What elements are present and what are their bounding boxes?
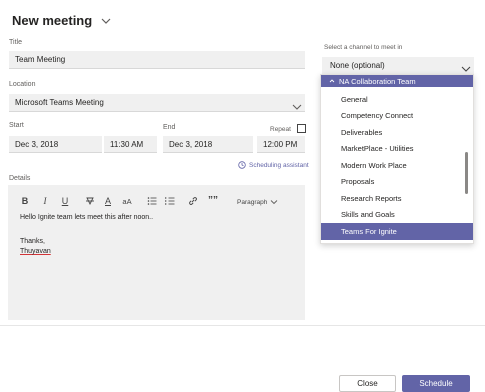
repeat-label: Repeat — [270, 126, 291, 133]
end-date-value: Dec 3, 2018 — [169, 139, 213, 149]
channel-item-modern-work-place[interactable]: Modern Work Place — [321, 157, 473, 174]
title-value: Team Meeting — [15, 55, 66, 64]
bold-button[interactable]: B — [19, 194, 31, 208]
dialog-title: New meeting — [12, 12, 93, 28]
bullet-list-button[interactable] — [146, 194, 158, 208]
repeat-checkbox[interactable] — [297, 124, 306, 133]
quote-button[interactable]: ”” — [206, 193, 220, 207]
paragraph-dropdown[interactable]: Paragraph — [237, 195, 278, 209]
editor-line-signature: Thuyavan — [20, 248, 51, 255]
channel-select-value: None (optional) — [330, 61, 385, 70]
channel-item-teams-for-ignite[interactable]: Teams For Ignite — [321, 223, 473, 240]
details-label: Details — [9, 175, 31, 182]
clock-icon — [238, 161, 246, 169]
channel-item-marketplace-utilities[interactable]: MarketPlace - Utilities — [321, 141, 473, 158]
link-button[interactable] — [187, 194, 199, 208]
scheduling-assistant-label: Scheduling assistant — [249, 161, 309, 169]
paragraph-label: Paragraph — [237, 198, 268, 206]
start-time-value: 11:30 AM — [110, 139, 144, 149]
link-icon — [189, 197, 197, 205]
editor-line-thanks: Thanks, — [20, 238, 45, 245]
strikethrough-button[interactable] — [84, 194, 96, 208]
scheduling-assistant-link[interactable]: Scheduling assistant — [238, 161, 309, 169]
end-time-value: 12:00 PM — [263, 139, 298, 149]
channel-item-general[interactable]: General — [321, 91, 473, 108]
end-time-input[interactable]: 12:00 PM — [257, 136, 305, 153]
close-button[interactable]: Close — [339, 375, 396, 392]
channel-item-skills-and-goals[interactable]: Skills and Goals — [321, 207, 473, 224]
font-size-button[interactable]: aA — [120, 194, 134, 208]
start-time-input[interactable]: 11:30 AM — [104, 136, 157, 153]
schedule-button[interactable]: Schedule — [402, 375, 470, 392]
channel-label: Select a channel to meet in — [324, 44, 403, 51]
underline-button[interactable]: U — [59, 194, 71, 208]
editor-line-message: Hello Ignite team lets meet this after n… — [20, 214, 154, 221]
location-input[interactable]: Microsoft Teams Meeting — [9, 94, 305, 112]
channel-select[interactable]: None (optional) — [322, 57, 474, 75]
start-label: Start — [9, 122, 24, 129]
highlight-icon — [86, 197, 94, 206]
title-input[interactable]: Team Meeting — [9, 51, 305, 69]
channel-group-header[interactable]: NA Collaboration Team — [321, 75, 473, 87]
channel-item-competency-connect[interactable]: Competency Connect — [321, 108, 473, 125]
channel-item-research-reports[interactable]: Research Reports — [321, 190, 473, 207]
dropdown-scrollbar[interactable] — [465, 152, 468, 194]
channel-chevron-down-icon[interactable] — [461, 61, 471, 72]
channel-group-label: NA Collaboration Team — [339, 76, 416, 86]
collapse-icon — [329, 77, 335, 86]
font-color-button[interactable]: A — [102, 194, 114, 208]
title-label: Title — [9, 39, 22, 46]
start-date-input[interactable]: Dec 3, 2018 — [9, 136, 102, 153]
chevron-down-icon[interactable] — [100, 14, 112, 26]
footer-divider — [0, 325, 485, 326]
paragraph-chevron-down-icon — [271, 200, 278, 205]
numbered-list-button[interactable] — [164, 194, 176, 208]
bullet-list-icon — [147, 197, 157, 205]
end-label: End — [163, 124, 176, 131]
channel-item-deliverables[interactable]: Deliverables — [321, 124, 473, 141]
location-value: Microsoft Teams Meeting — [15, 98, 104, 107]
location-label: Location — [9, 81, 36, 88]
channel-dropdown: NA Collaboration Team General Competency… — [320, 74, 474, 244]
channel-item-proposals[interactable]: Proposals — [321, 174, 473, 191]
italic-button[interactable]: I — [40, 194, 50, 208]
dialog-header: New meeting — [12, 10, 112, 30]
numbered-list-icon — [165, 197, 175, 205]
start-date-value: Dec 3, 2018 — [15, 139, 59, 149]
location-chevron-down-icon[interactable] — [292, 99, 302, 110]
end-date-input[interactable]: Dec 3, 2018 — [163, 136, 253, 153]
